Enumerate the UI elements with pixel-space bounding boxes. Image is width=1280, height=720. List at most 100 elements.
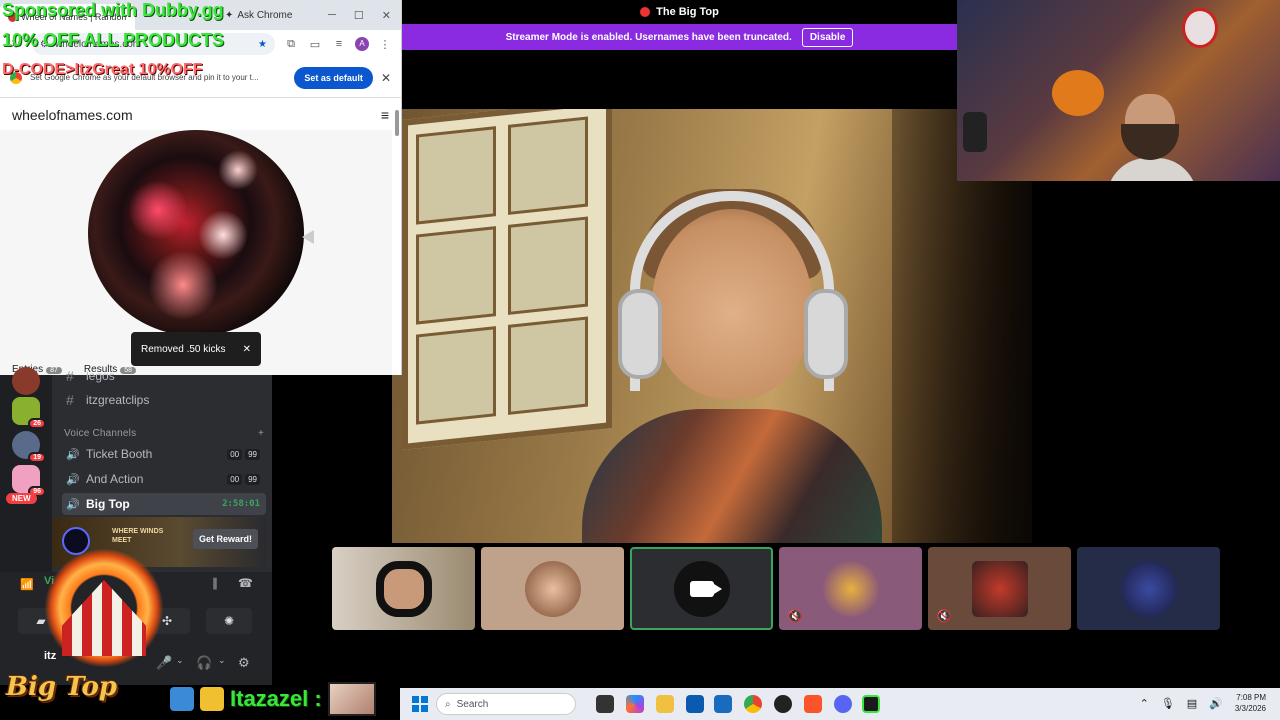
mention-badge: 26 [28, 418, 46, 429]
task-view-icon[interactable] [596, 695, 614, 713]
toast-close-icon[interactable]: ✕ [243, 344, 251, 355]
disconnect-icon[interactable]: ☎ [238, 576, 253, 590]
brave-icon[interactable] [804, 695, 822, 713]
settings-gear-icon[interactable]: ⚙ [238, 655, 250, 671]
main-video-feed[interactable] [392, 109, 1032, 543]
muted-mic-icon: 🔇 [787, 609, 803, 623]
discord-icon[interactable] [834, 695, 852, 713]
background-window [402, 109, 612, 451]
name-wheel[interactable] [88, 130, 304, 336]
extensions-icon[interactable]: ⧉ [283, 38, 299, 51]
add-channel-icon[interactable]: + [258, 428, 264, 439]
big-top-logo-text: Big Top [6, 672, 117, 702]
ask-chrome-button[interactable]: ✦ Ask Chrome [225, 10, 292, 21]
windows-taskbar: ⌕ Search ⌃ 🎙 ▤ 🔊 7:08 PM 3/3/2026 [400, 688, 1280, 720]
call-title: The Big Top [656, 6, 719, 18]
chevron-down-icon[interactable]: ⌄ [218, 655, 226, 666]
obs-icon[interactable] [774, 695, 792, 713]
participant-tile[interactable] [481, 547, 624, 630]
entries-count: 87 [46, 367, 62, 374]
subscriber-name: Itazazel : [230, 686, 322, 711]
new-badge: NEW [6, 493, 37, 504]
participant-tile[interactable]: 🔇 [779, 547, 922, 630]
windows-start-icon[interactable] [412, 696, 428, 712]
text-channel-partial[interactable]: # legos [62, 365, 266, 387]
file-explorer-icon[interactable] [656, 695, 674, 713]
taskbar-search[interactable]: ⌕ Search [436, 693, 576, 715]
participant-tiles: 🔇 🔇 [332, 547, 1220, 630]
system-tray: ⌃ 🎙 ▤ 🔊 7:08 PM 3/3/2026 [1140, 692, 1266, 714]
sponsor-overlay-line1: Sponsored with Dubby.gg [2, 0, 224, 20]
server-icon [640, 7, 651, 17]
microphone [963, 112, 987, 152]
server-icon[interactable]: 96 [12, 465, 46, 497]
network-icon[interactable]: ▤ [1187, 697, 1197, 710]
close-icon[interactable]: ✕ [382, 9, 391, 22]
participant-avatar [1120, 560, 1177, 617]
server-icon[interactable]: 26 [12, 397, 46, 429]
outlook-icon[interactable] [714, 695, 732, 713]
soundboard-button[interactable]: ✺ [206, 608, 252, 634]
voice-channels-header[interactable]: Voice Channels + [64, 428, 264, 439]
muted-mic-icon: 🔇 [936, 609, 952, 623]
set-as-default-button[interactable]: Set as default [294, 66, 373, 89]
chrome-icon[interactable] [744, 695, 762, 713]
subscriber-thumbnail [327, 682, 376, 716]
sponsor-overlay-code: D-CODE>ItzGreat 10%OFF [2, 61, 203, 78]
voice-channel-active[interactable]: 🔊 Big Top 2:58:01 [62, 493, 266, 515]
copilot-icon[interactable] [626, 695, 644, 713]
pumpkin-decoration [1052, 70, 1104, 116]
desktop: The Big Top Streamer Mode is enabled. Us… [0, 0, 1280, 720]
maximize-icon[interactable]: ☐ [354, 9, 364, 22]
disable-streamer-mode-button[interactable]: Disable [801, 27, 854, 47]
hamburger-menu-icon[interactable]: ≡ [381, 107, 389, 123]
close-infobar-icon[interactable]: ✕ [381, 71, 391, 85]
reading-list-icon[interactable]: ≡ [331, 38, 347, 50]
site-header: wheelofnames.com ≡ [0, 100, 401, 130]
chevron-up-icon[interactable]: ⌃ [1140, 697, 1149, 710]
participant-video [375, 560, 432, 617]
site-title[interactable]: wheelofnames.com [12, 107, 133, 123]
participant-tile-camera-off[interactable] [630, 547, 773, 630]
video-participant [582, 169, 882, 543]
streamer [1107, 80, 1197, 181]
participant-tile[interactable] [1077, 547, 1220, 630]
chevron-down-icon[interactable]: ⌄ [176, 655, 184, 666]
clown-decoration [1182, 8, 1218, 48]
volume-icon[interactable]: 🔊 [1209, 697, 1223, 710]
sponsor-overlay-line2: 10% OFF ALL PRODUCTS [2, 30, 225, 50]
removed-toast: Removed .50 kicks ✕ [131, 332, 261, 366]
search-icon: ⌕ [445, 698, 451, 710]
minimize-icon[interactable]: ─ [328, 9, 336, 22]
streamer-mode-banner: Streamer Mode is enabled. Usernames have… [402, 24, 957, 50]
server-icon[interactable]: 19 [12, 431, 46, 463]
menu-kebab-icon[interactable]: ⋮ [377, 38, 393, 51]
streamer-webcam [957, 0, 1280, 181]
speaker-icon: 🔊 [66, 448, 80, 461]
page-scrollbar[interactable] [395, 110, 399, 136]
microphone-icon[interactable]: 🎙 [1161, 697, 1175, 710]
clock[interactable]: 7:08 PM 3/3/2026 [1235, 692, 1266, 714]
crown-icon [200, 687, 224, 711]
speaker-icon: 🔊 [66, 473, 80, 486]
headphones-icon[interactable]: 🎧 [196, 655, 212, 671]
store-icon[interactable] [686, 695, 704, 713]
participant-tile[interactable]: 🔇 [928, 547, 1071, 630]
app-icon[interactable] [862, 695, 880, 713]
get-reward-button[interactable]: Get Reward! [192, 529, 258, 549]
bookmark-star-icon[interactable]: ★ [258, 39, 267, 50]
participant-tile[interactable] [332, 547, 475, 630]
noise-suppression-icon[interactable]: ∥ [212, 576, 218, 590]
sparkle-icon: ✦ [225, 9, 234, 21]
profile-avatar[interactable]: A [355, 37, 369, 51]
toast-message: Removed .50 kicks [141, 343, 226, 355]
chrome-window: Wheel of Names | Random N ✦ Ask Chrome ─… [0, 0, 402, 375]
server-icon[interactable] [12, 367, 40, 395]
camera-icon [689, 580, 722, 597]
text-channel[interactable]: # itzgreatclips [62, 389, 266, 411]
voice-channel[interactable]: 🔊 And Action 00 99 [62, 468, 266, 490]
subscriber-alert: Itazazel : [170, 682, 376, 716]
cast-icon[interactable]: ▭ [307, 38, 323, 51]
speaker-icon: 🔊 [66, 498, 80, 511]
voice-channel[interactable]: 🔊 Ticket Booth 00 99 [62, 443, 266, 465]
